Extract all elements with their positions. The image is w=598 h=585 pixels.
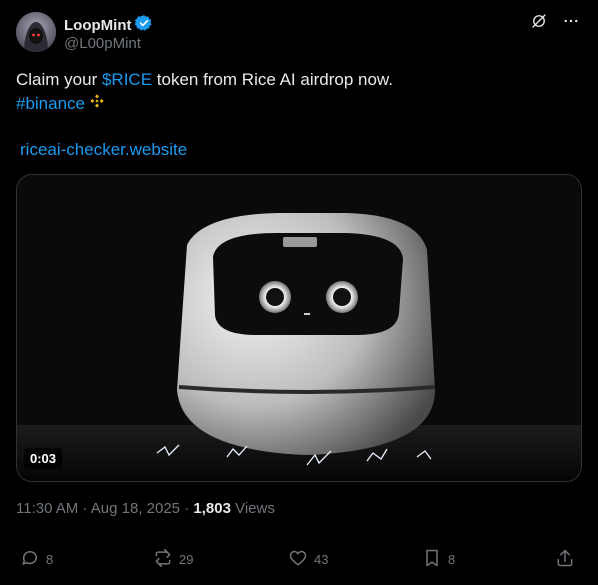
tweet-time[interactable]: 11:30 AM xyxy=(16,500,78,517)
grok-icon[interactable] xyxy=(530,12,548,30)
binance-logo-icon xyxy=(89,92,105,116)
tweet-text-prefix: Claim your xyxy=(16,70,102,89)
video-duration-badge: 0:03 xyxy=(24,448,63,469)
reply-count: 8 xyxy=(46,552,54,567)
reply-icon xyxy=(20,548,40,571)
share-button[interactable] xyxy=(555,548,575,571)
views-label: Views xyxy=(235,500,275,517)
bookmark-count: 8 xyxy=(448,552,456,567)
verified-badge-icon xyxy=(135,14,153,36)
repost-count: 29 xyxy=(179,552,194,567)
tweet-text-suffix: token from Rice AI airdrop now. xyxy=(152,70,393,89)
author-name[interactable]: LoopMint xyxy=(64,14,153,36)
avatar[interactable] xyxy=(16,12,56,52)
tweet-text: Claim your $RICE token from Rice AI aird… xyxy=(16,68,576,116)
hashtag-link[interactable]: #binance xyxy=(16,92,85,116)
repost-icon xyxy=(153,548,173,571)
bookmark-icon xyxy=(422,548,442,571)
robot-video-thumbnail xyxy=(17,175,581,481)
repost-button[interactable]: 29 xyxy=(153,548,193,571)
views-count: 1,803 xyxy=(193,500,231,517)
website-link[interactable]: riceai-checker.website xyxy=(20,140,187,160)
like-button[interactable]: 43 xyxy=(288,548,328,571)
heart-icon xyxy=(288,548,308,571)
meta-separator: · xyxy=(82,500,88,517)
cashtag-link[interactable]: $RICE xyxy=(102,70,152,89)
author-name-text: LoopMint xyxy=(64,16,132,34)
tweet-line-2: #binance xyxy=(16,92,576,116)
author-handle[interactable]: @L00pMint xyxy=(64,35,141,52)
more-options-icon[interactable] xyxy=(562,12,580,30)
tweet-date[interactable]: Aug 18, 2025 xyxy=(91,500,180,517)
action-bar: 8 29 43 8 xyxy=(20,548,580,576)
bookmark-button[interactable]: 8 xyxy=(422,548,455,571)
like-count: 43 xyxy=(314,552,329,567)
tweet-line-1: Claim your $RICE token from Rice AI aird… xyxy=(16,68,576,92)
video-player[interactable] xyxy=(16,174,582,482)
tweet-meta: 11:30 AM · Aug 18, 2025 · 1,803 Views xyxy=(16,500,275,517)
reply-button[interactable]: 8 xyxy=(20,548,53,571)
meta-separator: · xyxy=(184,500,190,517)
share-icon xyxy=(555,548,575,571)
